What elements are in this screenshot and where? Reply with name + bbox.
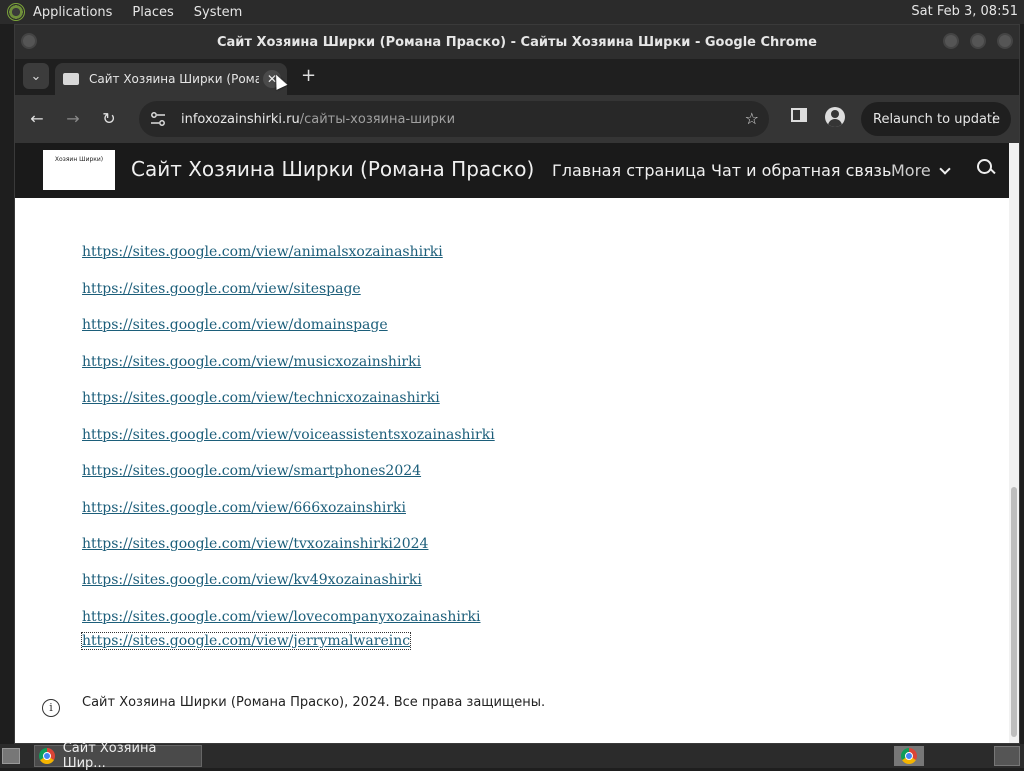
profile-avatar-icon[interactable] bbox=[825, 107, 845, 127]
browser-toolbar: ← → ↻ infoxozainshirki.ru/сайты-хозяина-… bbox=[15, 95, 1019, 143]
back-button[interactable]: ← bbox=[25, 107, 49, 131]
relaunch-label: Relaunch to update bbox=[873, 111, 1001, 127]
page-viewport: Хозяин Ширки) Сайт Хозяина Ширки (Романа… bbox=[15, 143, 1019, 743]
tab-active[interactable]: Сайт Хозяина Ширки (Романа ✕ bbox=[55, 63, 287, 95]
footer-copyright: Сайт Хозяина Ширки (Романа Праско), 2024… bbox=[82, 695, 546, 710]
taskbar-window-item[interactable]: Сайт Хозяина Шир... bbox=[34, 741, 202, 771]
site-header: Хозяин Ширки) Сайт Хозяина Ширки (Романа… bbox=[15, 143, 1009, 198]
search-icon[interactable] bbox=[977, 159, 995, 177]
workspace-switcher[interactable] bbox=[994, 746, 1020, 766]
page-scrollbar[interactable] bbox=[1009, 143, 1019, 743]
forward-button[interactable]: → bbox=[61, 107, 85, 131]
minimize-icon[interactable] bbox=[943, 33, 959, 49]
side-panel-icon[interactable] bbox=[791, 108, 807, 122]
bottom-taskbar: Сайт Хозяина Шир... bbox=[0, 741, 1024, 771]
list-item-link[interactable]: https://sites.google.com/view/kv49xozain… bbox=[82, 572, 422, 588]
list-item-link[interactable]: https://sites.google.com/view/tvxozainsh… bbox=[82, 536, 428, 552]
chevron-down-icon: ⌄ bbox=[30, 68, 42, 84]
tab-strip: ⌄ Сайт Хозяина Ширки (Романа ✕ + bbox=[15, 59, 1019, 95]
chevron-down-icon bbox=[939, 162, 951, 175]
url-host: infoxozainshirki.ru bbox=[181, 111, 300, 127]
window-menu-icon[interactable] bbox=[21, 33, 37, 49]
list-item-link[interactable]: https://sites.google.com/view/animalsxoz… bbox=[82, 244, 443, 260]
window-title: Сайт Хозяина Ширки (Романа Праско) - Сай… bbox=[216, 34, 818, 50]
top-panel: Applications Places System Sat Feb 3, 08… bbox=[0, 0, 1024, 24]
nav-home[interactable]: Главная страница bbox=[552, 161, 706, 180]
url-path: /сайты-хозяина-ширки bbox=[299, 111, 456, 127]
chrome-icon bbox=[39, 748, 55, 764]
site-title[interactable]: Сайт Хозяина Ширки (Романа Праско) bbox=[131, 157, 534, 181]
menu-system[interactable]: System bbox=[194, 5, 242, 20]
tray-chrome-button[interactable] bbox=[894, 746, 924, 766]
window-titlebar[interactable]: Сайт Хозяина Ширки (Романа Праско) - Сай… bbox=[15, 25, 1019, 59]
show-desktop-icon[interactable] bbox=[2, 748, 20, 764]
menu-places[interactable]: Places bbox=[132, 5, 173, 20]
list-item-link[interactable]: https://sites.google.com/view/smartphone… bbox=[82, 463, 421, 479]
relaunch-to-update-button[interactable]: Relaunch to update ⋮ bbox=[861, 102, 1011, 136]
reload-button[interactable]: ↻ bbox=[97, 107, 121, 131]
scrollbar-thumb[interactable] bbox=[1011, 487, 1017, 737]
list-item-link[interactable]: https://sites.google.com/view/domainspag… bbox=[82, 317, 388, 333]
kebab-menu-icon[interactable]: ⋮ bbox=[987, 110, 1001, 126]
new-tab-button[interactable]: + bbox=[301, 65, 316, 86]
tab-search-button[interactable]: ⌄ bbox=[23, 63, 49, 89]
distro-logo-icon[interactable] bbox=[7, 3, 25, 21]
list-item-link[interactable]: https://sites.google.com/view/voiceassis… bbox=[82, 427, 495, 443]
taskbar-window-label: Сайт Хозяина Шир... bbox=[62, 741, 157, 771]
list-item-link[interactable]: https://sites.google.com/view/lovecompan… bbox=[82, 609, 481, 625]
tab-title: Сайт Хозяина Ширки (Романа bbox=[89, 72, 259, 86]
site-logo[interactable]: Хозяин Ширки) bbox=[43, 150, 115, 190]
info-icon[interactable]: i bbox=[42, 699, 60, 717]
site-info-icon[interactable] bbox=[149, 110, 167, 128]
clock[interactable]: Sat Feb 3, 08:51 bbox=[911, 4, 1018, 19]
browser-window: Сайт Хозяина Ширки (Романа Праско) - Сай… bbox=[14, 24, 1020, 744]
list-item-link[interactable]: https://sites.google.com/view/sitespage bbox=[82, 281, 361, 297]
maximize-icon[interactable] bbox=[970, 33, 986, 49]
bookmark-star-icon[interactable]: ☆ bbox=[745, 109, 759, 128]
nav-more-label: More bbox=[891, 161, 931, 180]
address-bar[interactable]: infoxozainshirki.ru/сайты-хозяина-ширки … bbox=[139, 101, 769, 137]
list-item-link[interactable]: https://sites.google.com/view/technicxoz… bbox=[82, 390, 440, 406]
close-window-icon[interactable] bbox=[997, 33, 1013, 49]
chrome-icon bbox=[901, 748, 917, 764]
list-item-link[interactable]: https://sites.google.com/view/musicxozai… bbox=[82, 354, 421, 370]
favicon-icon bbox=[63, 73, 79, 85]
nav-chat-feedback[interactable]: Чат и обратная связь bbox=[711, 161, 891, 180]
nav-more[interactable]: More bbox=[891, 161, 951, 180]
menu-applications[interactable]: Applications bbox=[33, 5, 112, 20]
list-item-link-focused[interactable]: https://sites.google.com/view/jerrymalwa… bbox=[80, 632, 412, 650]
list-item-link[interactable]: https://sites.google.com/view/666xozains… bbox=[82, 500, 406, 516]
